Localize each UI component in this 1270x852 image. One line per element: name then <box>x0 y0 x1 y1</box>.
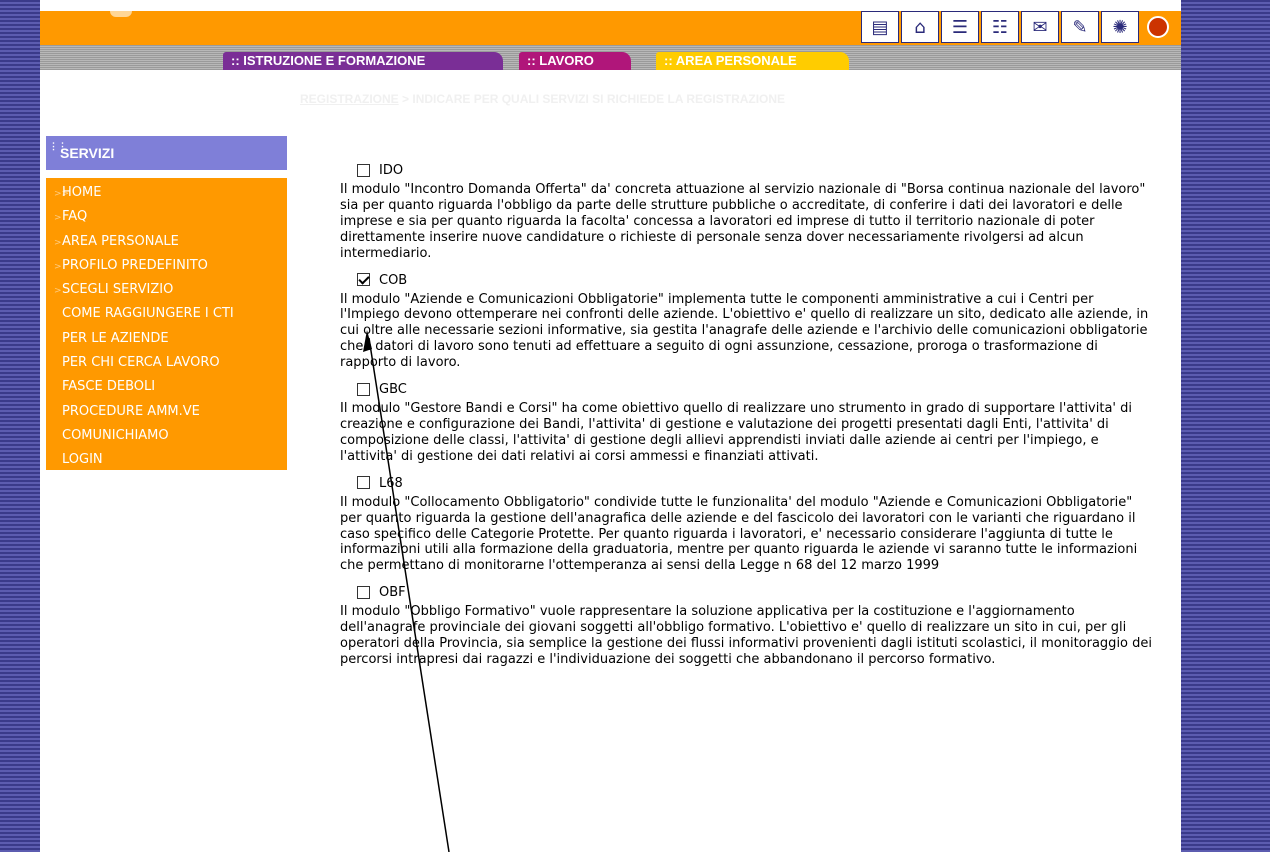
main-nav: :: ISTRUZIONE E FORMAZIONE :: LAVORO :: … <box>40 45 1181 70</box>
toolbar-icons: ▤ ⌂ ☰ ☷ ✉ ✎ ✺ <box>859 11 1175 43</box>
sidebar-menu: >>HOME >FAQ >AREA PERSONALE >PROFILO PREDEF… <box>46 178 287 470</box>
breadcrumb-separator: > <box>398 92 413 106</box>
service-item: COB Il modulo "Aziende e Comunicazioni Ob… <box>340 268 1160 372</box>
sidebar-item-label: PER CHI CERCA LAVORO <box>62 355 220 371</box>
dots-icon: ⋮⋮ <box>49 141 67 151</box>
service-description: Il modulo "Incontro Domanda Offerta" da'… <box>340 182 1146 261</box>
sidebar-item-label: FASCE DEBOLI <box>62 379 156 395</box>
accessibility-icon[interactable]: ✺ <box>1101 11 1139 43</box>
document-icon[interactable]: ▤ <box>861 11 899 43</box>
sidebar-item-label: COMUNICHIAMO <box>62 427 169 443</box>
sidebar-item[interactable]: FASCE DEBOLI <box>46 376 287 400</box>
sidebar-item-label: HOME <box>62 185 102 200</box>
tab-istruzione-formazione[interactable]: :: ISTRUZIONE E FORMAZIONE <box>223 52 503 70</box>
sidebar-item[interactable]: >SCEGLI SERVIZIO <box>46 279 287 303</box>
service-header: IDO <box>340 158 1160 182</box>
service-item: OBF Il modulo "Obbligo Formativo" vuole r… <box>340 580 1160 668</box>
service-header: GBC <box>340 377 1160 401</box>
service-code: IDO <box>376 160 426 180</box>
service-checkbox[interactable] <box>357 585 370 599</box>
service-item: IDO Il modulo "Incontro Domanda Offerta" … <box>340 158 1160 262</box>
sidebar-item[interactable]: PROCEDURE AMM.VE <box>46 401 287 425</box>
sidebar-item[interactable]: COMUNICHIAMO <box>46 425 287 449</box>
tab-area-personale[interactable]: :: AREA PERSONALE <box>656 52 849 70</box>
sidebar-item-label: SCEGLI SERVIZIO <box>62 282 174 298</box>
top-margin <box>0 0 1270 11</box>
notepad-icon[interactable]: ✎ <box>1061 11 1099 43</box>
sidebar-item-label: COME RAGGIUNGERE I CTI <box>62 306 234 322</box>
service-description: Il modulo "Aziende e Comunicazioni Obbli… <box>340 291 1149 371</box>
search-doc-icon[interactable]: ☰ <box>941 11 979 43</box>
sidebar-item[interactable]: >AREA PERSONALE <box>46 231 287 255</box>
sidebar-item[interactable]: >FAQ <box>46 206 287 230</box>
menu-header: ⋮⋮ SERVIZI <box>46 136 287 170</box>
service-checkbox[interactable] <box>357 476 370 490</box>
menu-title: SERVIZI <box>60 145 115 161</box>
header-bar: ▤ ⌂ ☰ ☷ ✉ ✎ ✺ <box>40 11 1181 45</box>
arrow-icon: > <box>54 237 62 248</box>
home-icon[interactable]: ⌂ <box>901 11 939 43</box>
service-checkbox[interactable] <box>357 273 370 287</box>
tab-lavoro[interactable]: :: LAVORO <box>519 52 631 70</box>
sidebar-item[interactable]: LOGIN <box>46 449 287 473</box>
service-code: L68 <box>376 472 425 493</box>
arrow-icon: > <box>54 213 62 224</box>
arrow-icon: > <box>54 261 62 272</box>
sidebar-item-label: AREA PERSONALE <box>62 233 179 249</box>
service-code: GBC <box>376 379 429 400</box>
globe-icon[interactable] <box>1141 11 1175 43</box>
sidebar-item[interactable]: PER LE AZIENDE <box>46 328 287 352</box>
services-list: IDO Il modulo "Incontro Domanda Offerta" … <box>340 158 1160 674</box>
service-code: OBF <box>376 582 428 603</box>
breadcrumb-link-registrazione[interactable]: REGISTRAZIONE <box>300 92 399 106</box>
sidebar-item[interactable]: >PROFILO PREDEFINITO <box>46 255 287 279</box>
sidebar-item-label: PROFILO PREDEFINITO <box>62 257 208 273</box>
service-code: COB <box>376 269 430 290</box>
service-item: GBC Il modulo "Gestore Bandi e Corsi" ha … <box>340 377 1160 465</box>
sidebar-item-label: LOGIN <box>62 452 103 468</box>
left-stripe-background <box>0 0 40 852</box>
service-header: L68 <box>340 471 1160 495</box>
sidebar-item-label: PROCEDURE AMM.VE <box>62 403 200 419</box>
sidebar-item-label: FAQ <box>62 209 88 225</box>
service-description: Il modulo "Collocamento Obbligatorio" co… <box>340 494 1138 574</box>
sitemap-icon[interactable]: ☷ <box>981 11 1019 43</box>
service-item: L68 Il modulo "Collocamento Obbligatorio"… <box>340 471 1160 575</box>
sidebar-item[interactable]: COME RAGGIUNGERE I CTI <box>46 303 287 327</box>
breadcrumb: REGISTRAZIONE > INDICARE PER QUALI SERVI… <box>300 92 785 106</box>
service-checkbox[interactable] <box>357 163 370 177</box>
service-description: Il modulo "Gestore Bandi e Corsi" ha com… <box>340 401 1132 464</box>
sidebar-item[interactable]: PER CHI CERCA LAVORO <box>46 352 287 376</box>
arrow-icon: >> <box>54 189 70 199</box>
globe-shape <box>1147 16 1169 38</box>
right-stripe-background <box>1181 0 1270 852</box>
breadcrumb-current: INDICARE PER QUALI SERVIZI SI RICHIEDE L… <box>412 92 786 106</box>
service-description: Il modulo "Obbligo Formativo" vuole rapp… <box>340 604 1152 667</box>
arrow-icon: > <box>54 286 62 297</box>
service-header: COB <box>340 268 1160 292</box>
sidebar-item-label: PER LE AZIENDE <box>62 330 169 346</box>
service-header: OBF <box>340 580 1160 604</box>
logo <box>110 11 132 17</box>
service-checkbox[interactable] <box>357 382 370 396</box>
sidebar-item[interactable]: >>HOME <box>46 182 287 206</box>
mail-icon[interactable]: ✉ <box>1021 11 1059 43</box>
